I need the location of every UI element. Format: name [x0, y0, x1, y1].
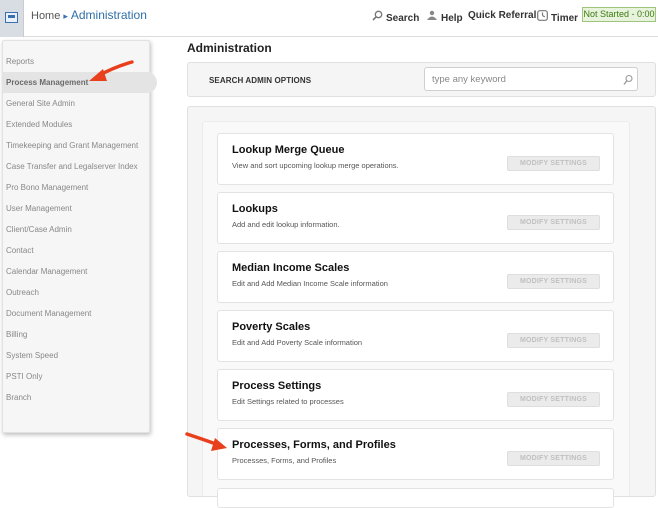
search-admin-input[interactable]: [424, 67, 638, 91]
quick-referral-label: Quick Referral: [468, 10, 537, 21]
search-input-icon[interactable]: [623, 73, 633, 85]
sidebar: Reports Process Management General Site …: [2, 40, 157, 433]
modify-settings-button[interactable]: MODIFY SETTINGS: [507, 215, 600, 230]
clock-icon: [537, 10, 548, 24]
admin-option-card: Median Income Scales Edit and Add Median…: [217, 251, 614, 303]
help-person-icon: [426, 10, 438, 24]
search-admin-label: SEARCH ADMIN OPTIONS: [209, 76, 312, 85]
sidebar-item-timekeeping[interactable]: Timekeeping and Grant Management: [3, 135, 151, 156]
sidebar-item-calendar-management[interactable]: Calendar Management: [3, 261, 151, 282]
quick-referral-link[interactable]: Quick Referral: [468, 10, 536, 21]
card-title: Processes, Forms, and Profiles: [232, 439, 396, 451]
sidebar-item-extended-modules[interactable]: Extended Modules: [3, 114, 151, 135]
sidebar-item-psti-only[interactable]: PSTI Only: [3, 366, 151, 387]
card-description: Edit and Add Median Income Scale informa…: [232, 279, 388, 288]
app-logo[interactable]: [0, 0, 24, 37]
breadcrumb: Home ▸ Administration: [31, 8, 147, 22]
timer-link[interactable]: Timer: [537, 10, 578, 24]
card-title: Poverty Scales: [232, 321, 311, 333]
help-link[interactable]: Help: [426, 10, 463, 24]
card-description: Edit Settings related to processes: [232, 397, 344, 406]
modify-settings-button[interactable]: MODIFY SETTINGS: [507, 333, 600, 348]
sidebar-item-case-transfer[interactable]: Case Transfer and Legalserver Index: [3, 156, 151, 177]
annotation-arrow-icon: [89, 60, 134, 81]
sidebar-item-outreach[interactable]: Outreach: [3, 282, 151, 303]
card-title: Lookup Merge Queue: [232, 144, 345, 156]
card-title: Median Income Scales: [232, 262, 350, 274]
help-link-label: Help: [441, 13, 463, 24]
card-title: Lookups: [232, 203, 278, 215]
sidebar-item-system-speed[interactable]: System Speed: [3, 345, 151, 366]
sidebar-item-contact[interactable]: Contact: [3, 240, 151, 261]
timer-link-label: Timer: [551, 13, 579, 24]
search-link[interactable]: Search: [372, 10, 419, 24]
timer-status-badge[interactable]: Not Started - 0:00: [582, 7, 656, 22]
annotation-arrow-icon: [185, 432, 227, 451]
sidebar-item-document-management[interactable]: Document Management: [3, 303, 151, 324]
sidebar-item-billing[interactable]: Billing: [3, 324, 151, 345]
search-admin-panel: SEARCH ADMIN OPTIONS: [187, 62, 656, 97]
sidebar-item-pro-bono[interactable]: Pro Bono Management: [3, 177, 151, 198]
sidebar-item-user-management[interactable]: User Management: [3, 198, 151, 219]
admin-option-card: Processes, Forms, and Profiles Processes…: [217, 428, 614, 480]
modify-settings-button[interactable]: MODIFY SETTINGS: [507, 156, 600, 171]
breadcrumb-separator-icon: ▸: [63, 11, 68, 21]
search-icon: [372, 10, 383, 24]
sidebar-item-branch[interactable]: Branch: [3, 387, 151, 408]
top-bar: Home ▸ Administration Search Help Quick Re…: [0, 0, 658, 37]
sidebar-item-general-site-admin[interactable]: General Site Admin: [3, 93, 151, 114]
card-title: Process Settings: [232, 380, 322, 392]
card-description: Processes, Forms, and Profiles: [232, 456, 337, 465]
sidebar-item-client-case-admin[interactable]: Client/Case Admin: [3, 219, 151, 240]
admin-option-card: Poverty Scales Edit and Add Poverty Scal…: [217, 310, 614, 362]
card-description: Add and edit lookup information.: [232, 220, 340, 229]
admin-option-card-partial: [217, 488, 614, 508]
breadcrumb-home[interactable]: Home: [31, 10, 60, 22]
admin-option-card: Lookup Merge Queue View and sort upcomin…: [217, 133, 614, 185]
breadcrumb-current[interactable]: Administration: [71, 8, 147, 22]
card-description: View and sort upcoming lookup merge oper…: [232, 161, 399, 170]
search-link-label: Search: [386, 13, 420, 24]
admin-option-card: Lookups Add and edit lookup information.…: [217, 192, 614, 244]
page-title: Administration: [187, 41, 272, 55]
modify-settings-button[interactable]: MODIFY SETTINGS: [507, 274, 600, 289]
modify-settings-button[interactable]: MODIFY SETTINGS: [507, 392, 600, 407]
card-description: Edit and Add Poverty Scale information: [232, 338, 363, 347]
logo-icon: [5, 12, 18, 23]
modify-settings-button[interactable]: MODIFY SETTINGS: [507, 451, 600, 466]
admin-option-card: Process Settings Edit Settings related t…: [217, 369, 614, 421]
